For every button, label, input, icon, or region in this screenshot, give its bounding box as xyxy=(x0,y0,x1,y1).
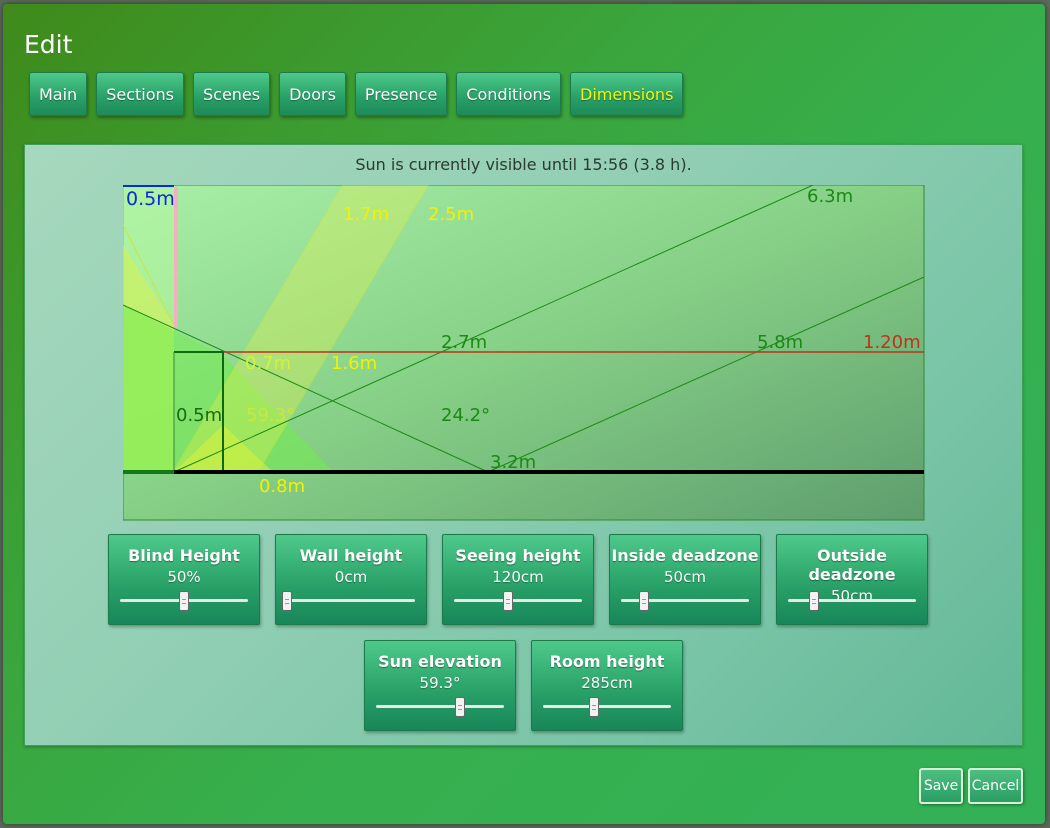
room-height-track[interactable] xyxy=(543,697,671,717)
sun-elevation-label: Sun elevation xyxy=(378,652,502,671)
blind-height-label: Blind Height xyxy=(128,546,240,565)
wall-height-value: 0cm xyxy=(334,568,368,586)
inside-deadzone-value: 50cm xyxy=(664,568,706,586)
wall-height-label: Wall height xyxy=(299,546,403,565)
outside-deadzone-label: Outside deadzone xyxy=(808,546,896,584)
seeing-mid-label: 2.7m xyxy=(441,332,487,353)
inside-deadzone-label: 0.5m xyxy=(176,405,222,426)
edit-dialog: Edit Main Sections Scenes Doors Presence… xyxy=(3,4,1045,824)
tab-presence[interactable]: Presence xyxy=(354,72,448,116)
seeing-height-value: 120cm xyxy=(492,568,544,586)
sun-elevation-value: 59.3° xyxy=(419,674,461,692)
tab-conditions[interactable]: Conditions xyxy=(456,72,562,116)
shade-b-label: 2.5m xyxy=(428,204,474,225)
outside-deadzone-value: 50cm xyxy=(831,587,873,605)
cancel-button[interactable]: Cancel xyxy=(968,768,1023,804)
outside-deadzone-track[interactable] xyxy=(788,591,916,611)
room-dimension-diagram: 0.5m 1.7m 2.5m 6.3m 2.7m 5.8m 1.20m 0.7m… xyxy=(123,185,925,521)
sun-status-text: Sun is currently visible until 15:56 (3.… xyxy=(355,155,692,174)
seeing-height-label: 1.20m xyxy=(863,332,921,353)
blind-height-value: 50% xyxy=(167,568,201,586)
dialog-title: Edit xyxy=(24,30,73,59)
seeing-height-thumb[interactable] xyxy=(502,591,513,611)
floor-point-label: 3.2m xyxy=(490,452,536,473)
tab-scenes[interactable]: Scenes xyxy=(192,72,271,116)
blind-height-slider-card: Blind Height 50% xyxy=(108,534,260,625)
room-height-label: Room height xyxy=(549,652,665,671)
sun-elevation-slider-card: Sun elevation 59.3° xyxy=(364,640,516,731)
seeing-height-slider-card: Seeing height 120cm xyxy=(442,534,594,625)
dimensions-panel: Sun is currently visible until 15:56 (3.… xyxy=(24,144,1023,746)
far-top-label: 6.3m xyxy=(807,186,853,207)
room-height-slider-card: Room height 285cm xyxy=(531,640,683,731)
wall-height-track[interactable] xyxy=(282,591,415,611)
inside-deadzone-track[interactable] xyxy=(621,591,749,611)
tab-dimensions[interactable]: Dimensions xyxy=(570,72,684,116)
tab-main[interactable]: Main xyxy=(29,72,88,116)
wall-height-slider-card: Wall height 0cm xyxy=(275,534,427,625)
wall-height-thumb[interactable] xyxy=(282,591,292,611)
inside-deadzone-slider-card: Inside deadzone 50cm xyxy=(609,534,761,625)
inner-shade-label: 0.7m xyxy=(245,353,291,374)
inside-deadzone-label: Inside deadzone xyxy=(611,546,759,565)
sun-elevation-track[interactable] xyxy=(376,697,504,717)
shade-a-label: 1.7m xyxy=(343,204,389,225)
seeing-far-label: 5.8m xyxy=(757,332,803,353)
inner-shade-b-label: 1.6m xyxy=(331,353,377,374)
blind-depth-label: 0.5m xyxy=(126,188,175,210)
blind-height-thumb[interactable] xyxy=(179,591,189,611)
tab-sections[interactable]: Sections xyxy=(96,72,184,116)
room-height-thumb[interactable] xyxy=(589,697,600,717)
room-height-value: 285cm xyxy=(581,674,633,692)
blind-height-track[interactable] xyxy=(120,591,248,611)
seeing-height-label: Seeing height xyxy=(455,546,581,565)
sun-angle-label: 59.3° xyxy=(246,405,295,426)
tab-doors[interactable]: Doors xyxy=(279,72,346,116)
outside-deadzone-thumb[interactable] xyxy=(808,591,819,611)
floor-shade-label: 0.8m xyxy=(259,476,305,497)
seeing-height-track[interactable] xyxy=(454,591,582,611)
tab-bar: Main Sections Scenes Doors Presence Cond… xyxy=(29,72,684,116)
save-button[interactable]: Save xyxy=(919,768,963,804)
outside-deadzone-slider-card: Outside deadzone 50cm xyxy=(776,534,928,625)
inside-deadzone-thumb[interactable] xyxy=(639,591,650,611)
view-angle-label: 24.2° xyxy=(441,405,490,426)
sun-elevation-thumb[interactable] xyxy=(455,697,466,717)
